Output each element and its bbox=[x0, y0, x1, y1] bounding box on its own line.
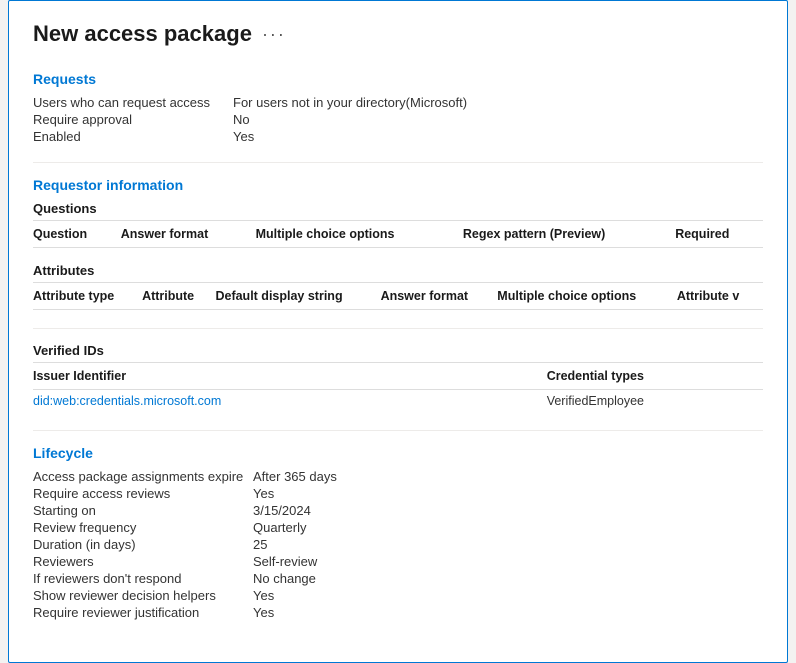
divider-1 bbox=[33, 162, 763, 163]
lifecycle-row-key: Reviewers bbox=[33, 554, 253, 569]
verified-ids-col-header: Issuer Identifier bbox=[33, 363, 547, 390]
requests-row: Require approvalNo bbox=[33, 112, 763, 127]
lifecycle-row-val: Quarterly bbox=[253, 520, 306, 535]
questions-col-header: Answer format bbox=[121, 221, 256, 248]
lifecycle-row: Access package assignments expireAfter 3… bbox=[33, 469, 763, 484]
requests-section: Requests Users who can request accessFor… bbox=[33, 71, 763, 144]
verified-ids-label: Verified IDs bbox=[33, 343, 763, 358]
lifecycle-row: Show reviewer decision helpersYes bbox=[33, 588, 763, 603]
divider-2 bbox=[33, 328, 763, 329]
requests-row-key: Require approval bbox=[33, 112, 233, 127]
requests-rows: Users who can request accessFor users no… bbox=[33, 95, 763, 144]
attributes-header-row: Attribute typeAttributeDefault display s… bbox=[33, 283, 763, 310]
lifecycle-row-val: Self-review bbox=[253, 554, 317, 569]
lifecycle-rows: Access package assignments expireAfter 3… bbox=[33, 469, 763, 620]
verified-ids-table: Issuer IdentifierCredential types did:we… bbox=[33, 362, 763, 412]
attributes-col-header: Default display string bbox=[215, 283, 380, 310]
attributes-table: Attribute typeAttributeDefault display s… bbox=[33, 282, 763, 310]
attributes-col-header: Attribute v bbox=[677, 283, 763, 310]
lifecycle-row-key: Duration (in days) bbox=[33, 537, 253, 552]
divider-3 bbox=[33, 430, 763, 431]
lifecycle-row: Require access reviewsYes bbox=[33, 486, 763, 501]
title-row: New access package ··· bbox=[33, 21, 763, 47]
lifecycle-row-key: Access package assignments expire bbox=[33, 469, 253, 484]
verified-ids-cred-type: VerifiedEmployee bbox=[547, 390, 763, 413]
lifecycle-row-key: Starting on bbox=[33, 503, 253, 518]
more-options-icon[interactable]: ··· bbox=[262, 24, 286, 45]
questions-table: QuestionAnswer formatMultiple choice opt… bbox=[33, 220, 763, 248]
attributes-col-header: Answer format bbox=[381, 283, 498, 310]
lifecycle-row: ReviewersSelf-review bbox=[33, 554, 763, 569]
lifecycle-row-key: Require reviewer justification bbox=[33, 605, 253, 620]
requests-row: EnabledYes bbox=[33, 129, 763, 144]
verified-ids-header-row: Issuer IdentifierCredential types bbox=[33, 363, 763, 390]
lifecycle-row-key: Require access reviews bbox=[33, 486, 253, 501]
verified-ids-col-header: Credential types bbox=[547, 363, 763, 390]
questions-title: Questions bbox=[33, 201, 763, 216]
questions-col-header: Regex pattern (Preview) bbox=[463, 221, 675, 248]
lifecycle-row-val: No change bbox=[253, 571, 316, 586]
requests-row-val: For users not in your directory(Microsof… bbox=[233, 95, 467, 110]
requests-row-val: No bbox=[233, 112, 250, 127]
requests-row-key: Users who can request access bbox=[33, 95, 233, 110]
requestor-info-section: Requestor information Questions Question… bbox=[33, 177, 763, 310]
lifecycle-row-val: 3/15/2024 bbox=[253, 503, 311, 518]
lifecycle-section: Lifecycle Access package assignments exp… bbox=[33, 445, 763, 620]
lifecycle-row: Duration (in days)25 bbox=[33, 537, 763, 552]
lifecycle-row-key: Review frequency bbox=[33, 520, 253, 535]
main-window: New access package ··· Requests Users wh… bbox=[8, 0, 788, 663]
lifecycle-row: Starting on3/15/2024 bbox=[33, 503, 763, 518]
lifecycle-row-val: After 365 days bbox=[253, 469, 337, 484]
lifecycle-row: Require reviewer justificationYes bbox=[33, 605, 763, 620]
attributes-col-header: Attribute bbox=[142, 283, 215, 310]
questions-header-row: QuestionAnswer formatMultiple choice opt… bbox=[33, 221, 763, 248]
questions-col-header: Question bbox=[33, 221, 121, 248]
questions-col-header: Required bbox=[675, 221, 763, 248]
requests-row-key: Enabled bbox=[33, 129, 233, 144]
lifecycle-row-val: Yes bbox=[253, 588, 274, 603]
attributes-title: Attributes bbox=[33, 263, 763, 278]
lifecycle-row-val: Yes bbox=[253, 605, 274, 620]
lifecycle-row: Review frequencyQuarterly bbox=[33, 520, 763, 535]
questions-col-header: Multiple choice options bbox=[256, 221, 463, 248]
verified-ids-row: did:web:credentials.microsoft.comVerifie… bbox=[33, 390, 763, 413]
verified-ids-body: did:web:credentials.microsoft.comVerifie… bbox=[33, 390, 763, 413]
lifecycle-row-val: 25 bbox=[253, 537, 267, 552]
requests-row-val: Yes bbox=[233, 129, 254, 144]
requestor-info-label: Requestor information bbox=[33, 177, 763, 193]
lifecycle-label: Lifecycle bbox=[33, 445, 763, 461]
lifecycle-row-key: If reviewers don't respond bbox=[33, 571, 253, 586]
page-title: New access package bbox=[33, 21, 252, 47]
verified-ids-section: Verified IDs Issuer IdentifierCredential… bbox=[33, 343, 763, 412]
lifecycle-row-key: Show reviewer decision helpers bbox=[33, 588, 253, 603]
attributes-col-header: Multiple choice options bbox=[497, 283, 677, 310]
lifecycle-row: If reviewers don't respondNo change bbox=[33, 571, 763, 586]
requests-row: Users who can request accessFor users no… bbox=[33, 95, 763, 110]
lifecycle-row-val: Yes bbox=[253, 486, 274, 501]
attributes-col-header: Attribute type bbox=[33, 283, 142, 310]
verified-ids-issuer[interactable]: did:web:credentials.microsoft.com bbox=[33, 390, 547, 413]
requests-section-label: Requests bbox=[33, 71, 763, 87]
